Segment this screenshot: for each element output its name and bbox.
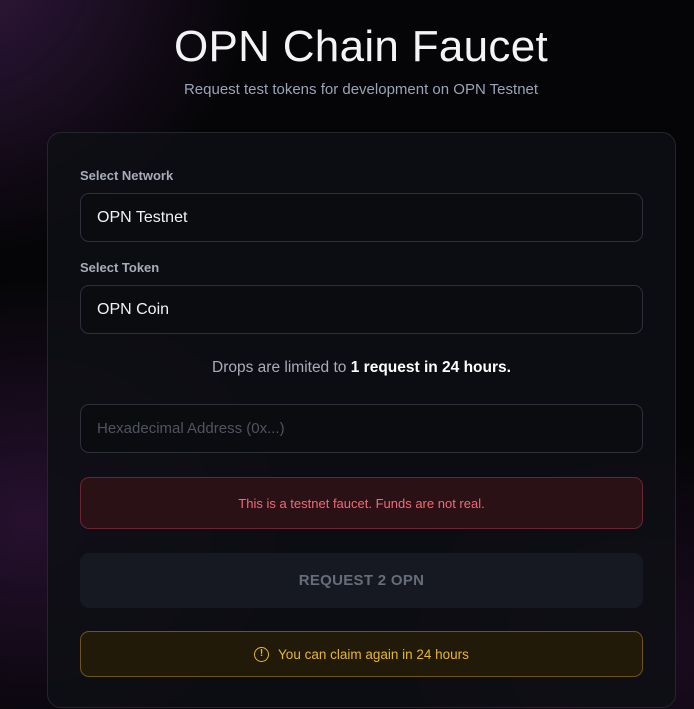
network-label: Select Network	[80, 168, 174, 183]
testnet-warning-text: This is a testnet faucet. Funds are not …	[238, 495, 485, 511]
rate-limit-text: Drops are limited to 1 request in 24 hou…	[80, 359, 643, 377]
token-select-value: OPN Coin	[97, 300, 170, 318]
token-select[interactable]: OPN Coin	[80, 285, 643, 334]
testnet-warning-alert: This is a testnet faucet. Funds are not …	[80, 477, 643, 529]
token-label: Select Token	[80, 260, 160, 275]
rate-limit-value: 1 request in 24 hours.	[350, 359, 511, 376]
rate-limit-prefix: Drops are limited to	[212, 359, 351, 376]
exclamation-circle-icon: !	[254, 646, 270, 662]
claim-cooldown-alert: ! You can claim again in 24 hours	[80, 631, 643, 677]
network-select-value: OPN Testnet	[97, 208, 188, 226]
page-subtitle: Request test tokens for development on O…	[183, 81, 539, 98]
network-select[interactable]: OPN Testnet	[80, 193, 643, 242]
faucet-card: Select Network OPN Testnet Select Token …	[47, 132, 676, 708]
request-tokens-button[interactable]: REQUEST 2 OPN	[80, 553, 643, 608]
page-title: OPN Chain Faucet	[173, 22, 549, 71]
claim-cooldown-text: You can claim again in 24 hours	[278, 646, 469, 662]
address-input[interactable]	[80, 404, 643, 453]
